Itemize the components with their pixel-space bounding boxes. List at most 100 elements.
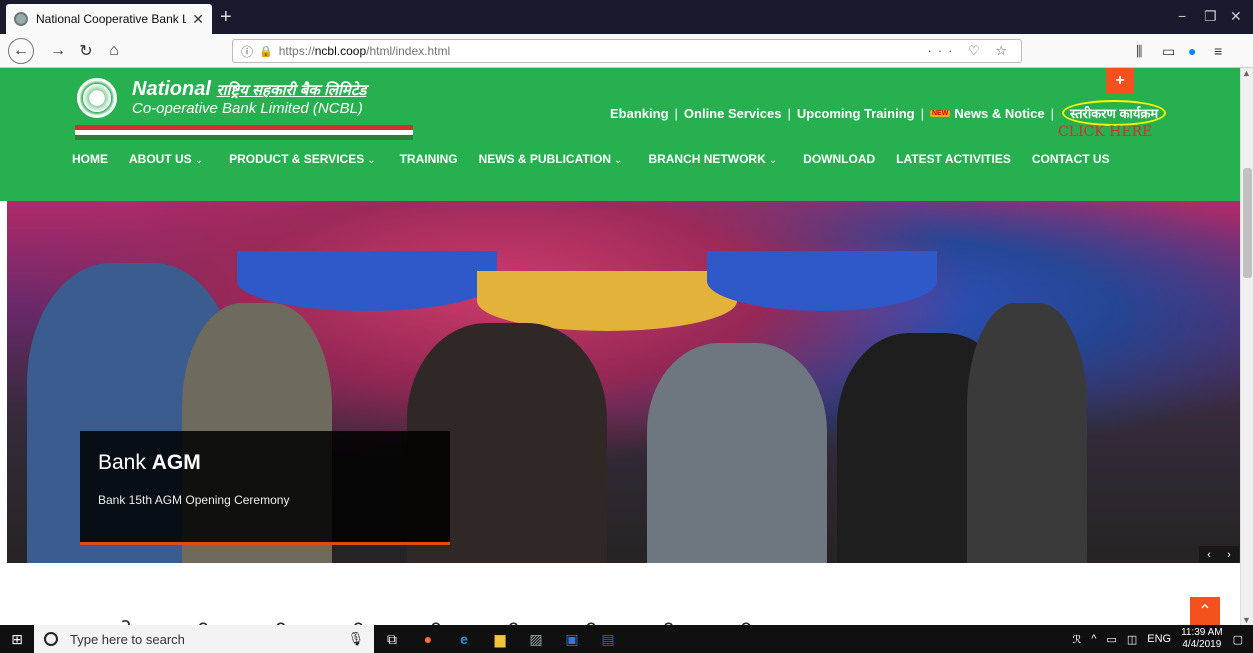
url-protocol: https:// <box>278 44 315 58</box>
chevron-down-icon: ⌄ <box>367 155 376 166</box>
plus-button[interactable]: + <box>1106 68 1134 94</box>
browser-tab[interactable]: National Cooperative Bank Lim ✕ <box>6 4 212 34</box>
chevron-down-icon: ⌄ <box>614 155 623 166</box>
search-placeholder: Type here to search <box>70 631 185 647</box>
click-here-annotation: CLICK HERE <box>1058 124 1153 140</box>
link-news-notice[interactable]: News & Notice <box>954 106 1044 121</box>
network-icon[interactable]: ▭ <box>1106 633 1116 646</box>
partial-heading: २ ० ० ० ० ० ० ० ० <box>120 611 1070 625</box>
new-badge-icon: NEW <box>929 109 951 117</box>
firefox-icon[interactable]: ● <box>410 625 446 653</box>
lock-warning-icon[interactable]: 🔒 <box>259 45 273 58</box>
people-icon[interactable]: ℛ <box>1072 633 1081 646</box>
menu-product-services[interactable]: PRODUCT & SERVICES ⌄ <box>229 152 376 166</box>
notifications-icon[interactable]: ▢ <box>1233 633 1243 646</box>
tab-close-icon[interactable]: ✕ <box>192 11 204 28</box>
reload-icon[interactable]: ↻ <box>74 39 98 63</box>
browser-tab-bar: National Cooperative Bank Lim ✕ + − ❐ ✕ <box>0 0 1253 34</box>
menu-hamburger-icon[interactable]: ≡ <box>1214 43 1222 59</box>
separator: | <box>787 105 791 121</box>
minimize-icon[interactable]: − <box>1178 8 1186 24</box>
windows-start-icon[interactable]: ⊞ <box>0 625 34 653</box>
extension-icon[interactable]: ● <box>1188 43 1196 59</box>
clock-date: 4/4/2019 <box>1182 639 1222 650</box>
volume-icon[interactable]: ◫ <box>1127 633 1137 646</box>
stripe-green <box>75 135 413 140</box>
slide-subtitle: Bank 15th AGM Opening Ceremony <box>98 493 290 507</box>
menu-label: BRANCH NETWORK <box>648 152 766 166</box>
scroll-down-icon[interactable]: ▼ <box>1242 615 1251 625</box>
menu-label: TRAINING <box>399 152 458 166</box>
scroll-up-icon[interactable]: ▲ <box>1242 68 1251 78</box>
brand-nepali: राष्ट्रिय सहकारी बैक लिमिटेड <box>216 82 367 99</box>
word-icon[interactable]: ▤ <box>590 625 626 653</box>
separator: | <box>1050 105 1055 121</box>
chevron-down-icon: ⌄ <box>194 155 204 166</box>
menu-news-publication[interactable]: NEWS & PUBLICATION ⌄ <box>479 152 623 166</box>
address-bar[interactable]: ⓘ 🔒 https://ncbl.coop/html/index.html ··… <box>232 39 1022 63</box>
edge-icon[interactable]: e <box>446 625 482 653</box>
new-tab-button[interactable]: + <box>220 6 232 28</box>
canopy-decoration <box>477 271 737 331</box>
home-icon[interactable]: ⌂ <box>102 39 126 63</box>
cortana-icon <box>44 632 58 646</box>
file-explorer-icon[interactable]: ▆ <box>482 625 518 653</box>
link-online-services[interactable]: Online Services <box>684 106 782 121</box>
back-arrow-icon[interactable]: ← <box>8 38 34 64</box>
menu-latest-activities[interactable]: LATEST ACTIVITIES <box>896 152 1014 166</box>
site-header: National राष्ट्रिय सहकारी बैक लिमिटेड Co… <box>0 68 1240 201</box>
brand-name[interactable]: National राष्ट्रिय सहकारी बैक लिमिटेड <box>132 78 366 101</box>
scroll-to-top-button[interactable]: ⌃ <box>1190 597 1220 625</box>
task-view-icon[interactable]: ⧉ <box>374 625 410 653</box>
clock-time: 11:39 AM <box>1181 627 1223 638</box>
menu-download[interactable]: DOWNLOAD <box>803 152 878 166</box>
flag-stripes <box>75 125 413 140</box>
top-links: Ebanking | Online Services | Upcoming Tr… <box>610 100 1167 126</box>
main-menu: HOME ABOUT US ⌄ PRODUCT & SERVICES ⌄ TRAIN… <box>72 152 1131 166</box>
maximize-icon[interactable]: ❐ <box>1204 8 1217 25</box>
url-host: ncbl.coop <box>314 44 367 58</box>
language-indicator[interactable]: ENG <box>1147 633 1171 645</box>
clock[interactable]: 11:39 AM 4/4/2019 <box>1181 627 1223 651</box>
bank-logo-icon[interactable] <box>77 78 117 118</box>
microphone-icon[interactable]: 🎙 <box>347 631 364 647</box>
menu-training[interactable]: TRAINING <box>400 152 461 166</box>
menu-branch-network[interactable]: BRANCH NETWORK ⌄ <box>648 152 777 166</box>
taskbar-search[interactable]: Type here to search 🎙 <box>34 625 374 653</box>
system-tray: ℛ ^ ▭ ◫ ENG 11:39 AM 4/4/2019 ▢ <box>1072 627 1253 651</box>
show-hidden-icon[interactable]: ^ <box>1091 633 1096 645</box>
prev-slide-icon[interactable]: ‹ <box>1207 549 1211 561</box>
tab-title: National Cooperative Bank Lim <box>36 12 187 26</box>
next-slide-icon[interactable]: › <box>1227 549 1231 561</box>
link-upcoming-training[interactable]: Upcoming Training <box>797 106 915 121</box>
outlook-icon[interactable]: ▣ <box>554 625 590 653</box>
separator: | <box>920 105 924 121</box>
link-ebanking[interactable]: Ebanking <box>610 106 669 121</box>
menu-label: ABOUT US <box>129 152 192 166</box>
close-window-icon[interactable]: ✕ <box>1230 8 1242 25</box>
canopy-decoration <box>707 251 937 311</box>
brand-en-word: National <box>132 78 211 100</box>
windows-taskbar: ⊞ Type here to search 🎙 ⧉ ● e ▆ ▨ ▣ ▤ ℛ … <box>0 625 1253 653</box>
link-sthirikaran-program[interactable]: स्तरीकरण कार्यक्रम <box>1062 100 1167 126</box>
browser-toolbar: ← → ↻ ⌂ ⓘ 🔒 https://ncbl.coop/html/index… <box>0 34 1253 68</box>
menu-label: DOWNLOAD <box>803 152 876 166</box>
menu-about-us[interactable]: ABOUT US ⌄ <box>129 152 203 166</box>
scrollbar-thumb[interactable] <box>1243 168 1252 278</box>
page-scrollbar[interactable]: ▲ ▼ <box>1240 68 1253 625</box>
chevron-down-icon: ⌄ <box>768 155 778 166</box>
photos-icon[interactable]: ▨ <box>518 625 554 653</box>
hero-slider[interactable]: Bank AGM Bank 15th AGM Opening Ceremony … <box>7 201 1240 563</box>
menu-label: PRODUCT & SERVICES <box>229 152 365 166</box>
page-actions-icon[interactable]: ··· ♡ ☆ <box>927 43 1013 59</box>
info-icon[interactable]: ⓘ <box>241 43 253 60</box>
separator: | <box>674 105 678 121</box>
forward-arrow-icon[interactable]: → <box>46 39 70 63</box>
menu-home[interactable]: HOME <box>72 152 111 166</box>
menu-contact-us[interactable]: CONTACT US <box>1032 152 1113 166</box>
slide-title: Bank AGM <box>98 451 432 475</box>
sidebar-icon[interactable]: ▭ <box>1162 43 1175 60</box>
menu-label: LATEST ACTIVITIES <box>896 152 1011 166</box>
library-icon[interactable]: ⫼ <box>1136 43 1142 60</box>
slide-title-bold: AGM <box>151 451 201 474</box>
